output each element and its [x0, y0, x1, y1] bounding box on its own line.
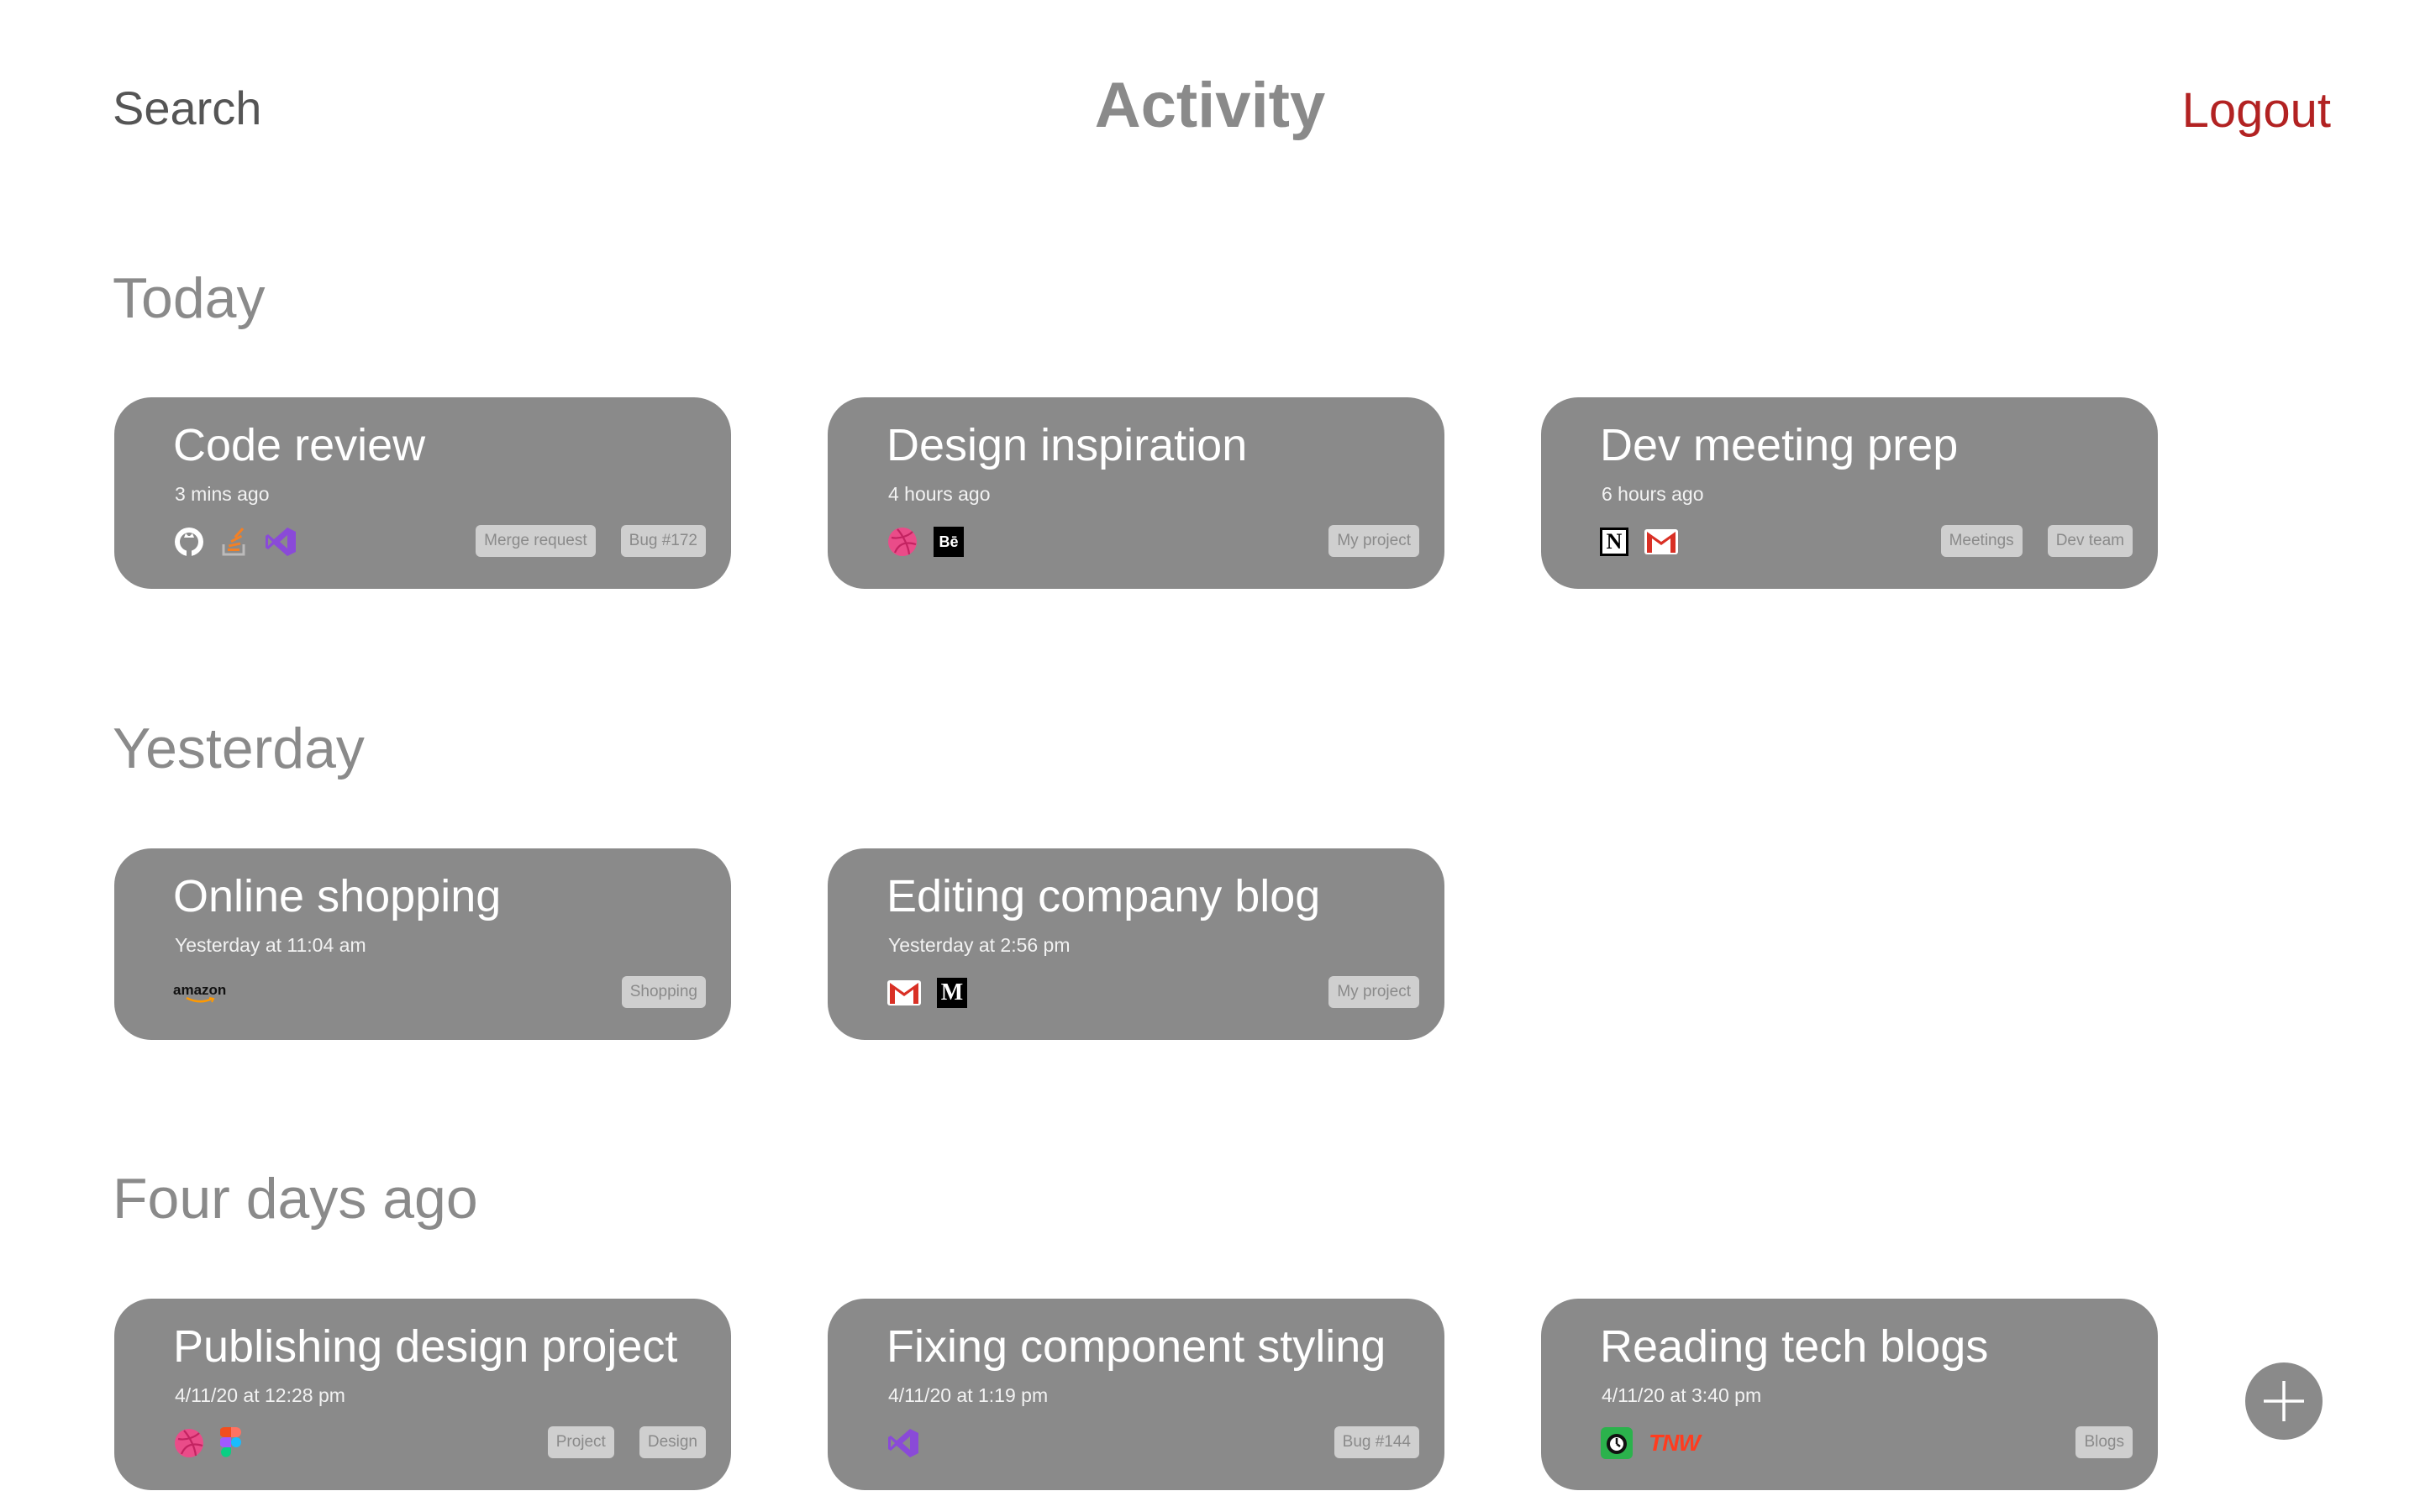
card-timestamp: Yesterday at 2:56 pm [888, 934, 1071, 956]
activity-card-editing-company-blog[interactable]: Editing company blog Yesterday at 2:56 p… [828, 848, 1444, 1040]
tag-meetings[interactable]: Meetings [1940, 525, 2023, 557]
plus-icon [2264, 1381, 2304, 1421]
section-title-four-days-ago: Four days ago [113, 1167, 478, 1231]
amazon-icon[interactable]: amazon [173, 983, 226, 1004]
card-title: Editing company blog [886, 871, 1321, 921]
card-title: Design inspiration [886, 420, 1248, 470]
card-timestamp: 6 hours ago [1602, 483, 1704, 505]
card-title: Reading tech blogs [1600, 1321, 1989, 1372]
card-timestamp: Yesterday at 11:04 am [175, 934, 366, 956]
medium-icon[interactable]: M [937, 978, 967, 1008]
card-title: Publishing design project [173, 1321, 678, 1372]
stack-overflow-icon[interactable] [220, 526, 249, 558]
card-timestamp: 3 mins ago [175, 483, 270, 505]
card-title: Fixing component styling [886, 1321, 1386, 1372]
activity-card-reading-tech-blogs[interactable]: Reading tech blogs 4/11/20 at 3:40 pm TN… [1541, 1299, 2158, 1490]
logout-link[interactable]: Logout [2182, 82, 2331, 139]
tag-bug-172[interactable]: Bug #172 [620, 525, 706, 557]
activity-card-publishing-design-project[interactable]: Publishing design project 4/11/20 at 12:… [114, 1299, 731, 1490]
gmail-icon[interactable] [886, 979, 922, 1006]
tag-design[interactable]: Design [639, 1426, 706, 1458]
figma-icon[interactable] [220, 1426, 242, 1460]
dribbble-icon[interactable] [173, 1427, 205, 1459]
activity-card-code-review[interactable]: Code review 3 mins ago Merge request Bug… [114, 397, 731, 589]
card-timestamp: 4/11/20 at 3:40 pm [1602, 1384, 1762, 1406]
tag-bug-144[interactable]: Bug #144 [1334, 1426, 1419, 1458]
dribbble-icon[interactable] [886, 526, 918, 558]
card-title: Online shopping [173, 871, 502, 921]
section-title-yesterday: Yesterday [113, 717, 365, 780]
feedly-icon[interactable] [1600, 1426, 1634, 1460]
notion-icon[interactable]: N [1600, 528, 1628, 556]
tag-my-project[interactable]: My project [1328, 525, 1419, 557]
add-activity-button[interactable] [2245, 1362, 2323, 1440]
tag-blogs[interactable]: Blogs [2075, 1426, 2133, 1458]
tag-shopping[interactable]: Shopping [621, 976, 706, 1008]
github-icon[interactable] [173, 526, 205, 558]
card-title: Code review [173, 420, 426, 470]
behance-icon[interactable]: Bē [934, 527, 964, 557]
tag-merge-request[interactable]: Merge request [476, 525, 596, 557]
visual-studio-icon[interactable] [264, 526, 297, 558]
page-title: Activity [1094, 70, 1326, 141]
activity-card-dev-meeting-prep[interactable]: Dev meeting prep 6 hours ago N Meetings … [1541, 397, 2158, 589]
tnw-icon[interactable]: TNW [1649, 1430, 1701, 1457]
activity-card-design-inspiration[interactable]: Design inspiration 4 hours ago Bē My pro… [828, 397, 1444, 589]
activity-card-online-shopping[interactable]: Online shopping Yesterday at 11:04 am am… [114, 848, 731, 1040]
card-title: Dev meeting prep [1600, 420, 1959, 470]
visual-studio-icon[interactable] [886, 1427, 920, 1459]
section-title-today: Today [113, 266, 266, 330]
card-timestamp: 4/11/20 at 12:28 pm [175, 1384, 345, 1406]
card-timestamp: 4 hours ago [888, 483, 991, 505]
card-timestamp: 4/11/20 at 1:19 pm [888, 1384, 1049, 1406]
amazon-wordmark: amazon [173, 981, 227, 998]
tnw-wordmark: TNW [1649, 1430, 1701, 1456]
activity-card-fixing-component-styling[interactable]: Fixing component styling 4/11/20 at 1:19… [828, 1299, 1444, 1490]
tag-project[interactable]: Project [547, 1426, 614, 1458]
tag-dev-team[interactable]: Dev team [2047, 525, 2133, 557]
gmail-icon[interactable] [1644, 528, 1679, 555]
tag-my-project[interactable]: My project [1328, 976, 1419, 1008]
